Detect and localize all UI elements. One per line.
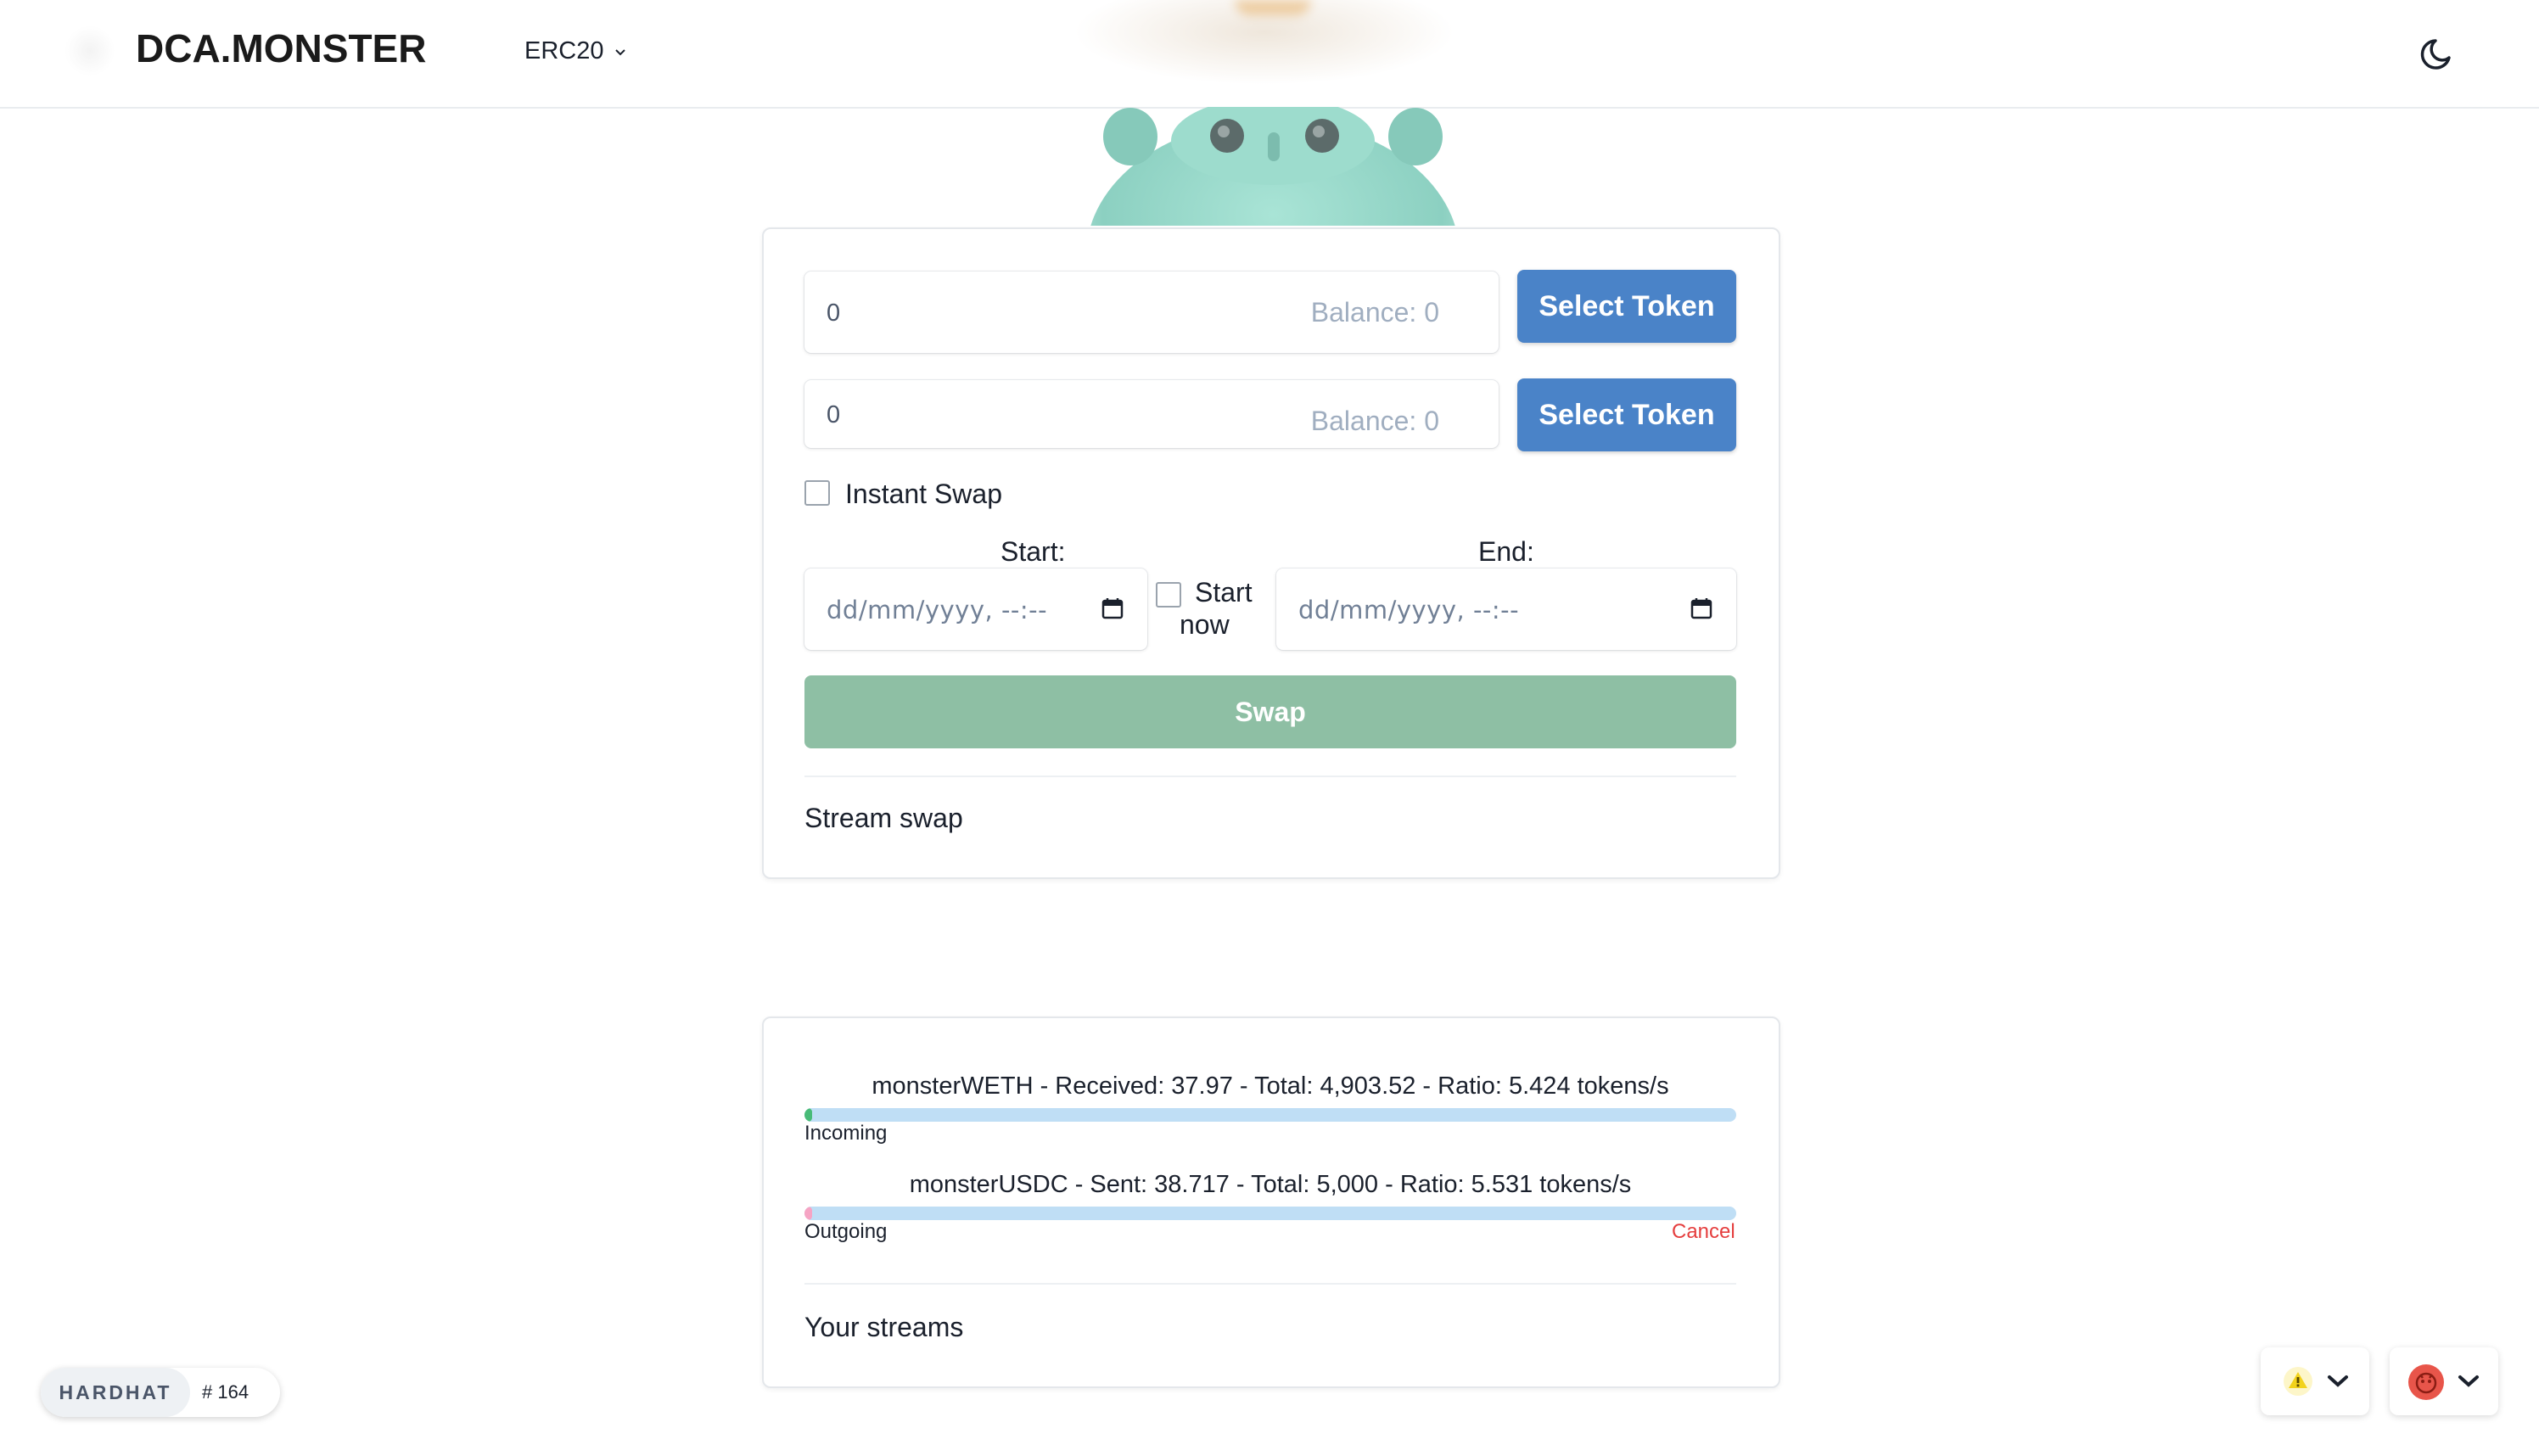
avatar-icon [2408,1364,2444,1400]
to-amount-input[interactable] [825,380,1253,450]
outgoing-label: Outgoing [804,1220,888,1243]
network-selector[interactable]: ERC20 [524,37,628,65]
chevron-down-icon [2328,1375,2348,1387]
from-amount-box: Balance: 0 [804,272,1499,355]
instant-swap-checkbox[interactable] [804,480,830,506]
incoming-progress-bar [804,1108,1736,1122]
to-amount-box: Balance: 0 [804,380,1499,450]
cancel-stream-link[interactable]: Cancel [1672,1220,1735,1244]
incoming-progress-fill [804,1108,812,1122]
end-date-placeholder: dd/mm/yyyy, --:-- [1298,596,1520,624]
app-logo[interactable]: DCA.MONSTER [136,25,426,71]
start-label: Start: [1000,536,1066,567]
calendar-icon[interactable] [1101,597,1124,619]
swap-button[interactable]: Swap [804,675,1736,748]
start-now-label-line2: now [1180,609,1230,640]
divider [804,776,1736,777]
stream-swap-title: Stream swap [804,803,963,833]
start-now-label-line1: Start [1195,577,1253,608]
end-date-input[interactable]: dd/mm/yyyy, --:-- [1276,568,1736,650]
outgoing-progress-bar [804,1207,1736,1220]
outgoing-progress-fill [804,1207,812,1220]
block-number: # 164 [202,1381,249,1403]
incoming-stream-summary: monsterWETH - Received: 37.97 - Total: 4… [872,1072,1669,1100]
divider [804,1283,1736,1285]
instant-swap-label: Instant Swap [845,479,1002,509]
from-amount-input[interactable] [825,272,1253,355]
start-date-placeholder: dd/mm/yyyy, --:-- [827,596,1048,624]
outgoing-stream-summary: monsterUSDC - Sent: 38.717 - Total: 5,00… [909,1171,1632,1198]
account-menu-button[interactable] [2390,1347,2498,1415]
select-from-token-button[interactable]: Select Token [1517,270,1736,343]
hardhat-network-badge[interactable]: HARDHAT # 164 [41,1368,280,1417]
your-streams-title: Your streams [804,1312,964,1342]
start-now-checkbox[interactable] [1156,582,1181,608]
to-balance: Balance: 0 [1310,406,1439,436]
logo-mark [64,25,115,76]
select-to-token-button[interactable]: Select Token [1517,378,1736,451]
network-label: ERC20 [524,37,604,64]
chevron-down-icon [614,48,625,55]
incoming-label: Incoming [804,1122,888,1145]
mascot-glow [1018,0,1511,107]
chevron-down-icon [2458,1375,2479,1387]
from-balance: Balance: 0 [1310,297,1439,328]
swap-card: Balance: 0 Select Token Balance: 0 Selec… [762,227,1780,879]
warning-icon [2284,1367,2312,1396]
start-date-input[interactable]: dd/mm/yyyy, --:-- [804,568,1147,650]
hardhat-label: HARDHAT [41,1368,190,1417]
moon-icon[interactable] [2417,31,2461,75]
streams-card: monsterWETH - Received: 37.97 - Total: 4… [762,1016,1780,1388]
end-label: End: [1478,536,1534,567]
network-warning-button[interactable] [2261,1347,2369,1415]
monster-mascot-image [1090,107,1455,226]
calendar-icon[interactable] [1690,597,1712,619]
